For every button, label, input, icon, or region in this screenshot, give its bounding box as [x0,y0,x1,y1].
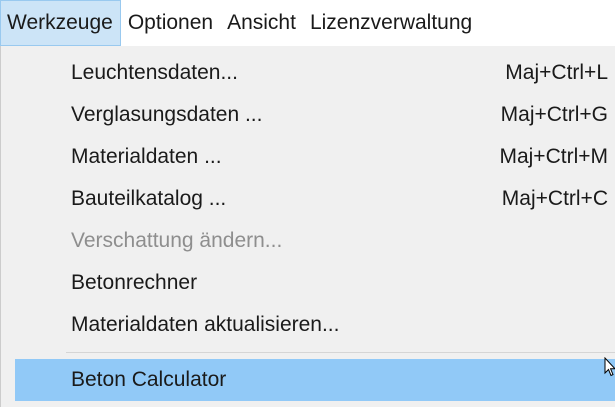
werkzeuge-dropdown-menu: Leuchtensdaten... Maj+Ctrl+L Verglasungs… [0,46,615,407]
menu-item-materialdaten[interactable]: Materialdaten ... Maj+Ctrl+M [1,136,615,178]
menu-ansicht[interactable]: Ansicht [220,0,303,46]
menu-item-label: Materialdaten aktualisieren... [71,313,340,336]
menu-werkzeuge[interactable]: Werkzeuge [0,0,121,46]
menu-optionen[interactable]: Optionen [121,0,220,46]
menu-item-shortcut: Maj+Ctrl+M [499,145,608,168]
menu-item-label: Betonrechner [71,271,198,294]
menu-item-shortcut: Maj+Ctrl+L [505,61,608,84]
menu-item-leuchtensdaten[interactable]: Leuchtensdaten... Maj+Ctrl+L [1,52,615,94]
menu-separator [66,352,615,353]
menu-item-label: Leuchtensdaten... [71,61,238,84]
menu-item-label: Verschattung ändern... [71,229,283,252]
menu-item-label: Beton Calculator [71,368,227,391]
menu-item-shortcut: Maj+Ctrl+G [500,103,608,126]
menu-item-bauteilkatalog[interactable]: Bauteilkatalog ... Maj+Ctrl+C [1,178,615,220]
menu-item-label: Materialdaten ... [71,145,222,168]
menu-bar: Werkzeuge Optionen Ansicht Lizenzverwalt… [0,0,615,46]
menu-item-beton-calculator[interactable]: Beton Calculator [15,359,615,401]
menu-item-betonrechner[interactable]: Betonrechner [1,262,615,304]
menu-item-verglasungsdaten[interactable]: Verglasungsdaten ... Maj+Ctrl+G [1,94,615,136]
menu-lizenzverwaltung[interactable]: Lizenzverwaltung [303,0,479,46]
menu-item-label: Bauteilkatalog ... [71,187,227,210]
menu-item-shortcut: Maj+Ctrl+C [501,187,608,210]
menu-item-materialdaten-aktualisieren[interactable]: Materialdaten aktualisieren... [1,304,615,346]
menu-item-label: Verglasungsdaten ... [71,103,263,126]
mouse-cursor-icon [604,357,615,377]
menu-item-verschattung-aendern: Verschattung ändern... [1,220,615,262]
